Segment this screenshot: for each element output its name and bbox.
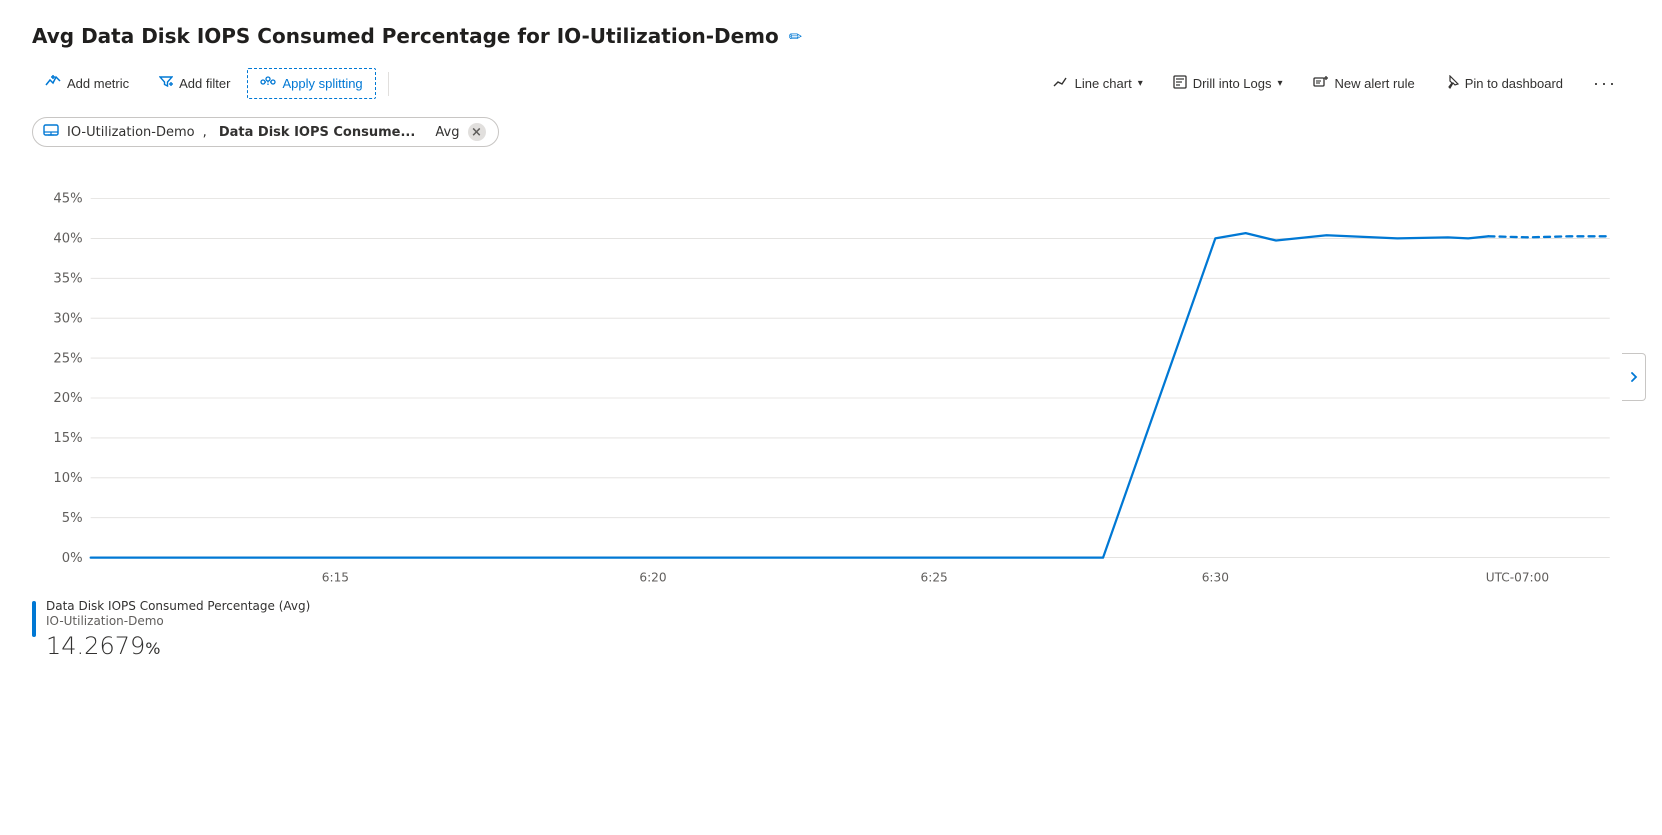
chart-container: 45% 40% 35% 30% 25% 20% 15% 10% 5% 0% xyxy=(32,167,1630,587)
svg-text:6:15: 6:15 xyxy=(322,571,349,585)
add-metric-button[interactable]: Add metric xyxy=(32,68,142,99)
pill-vm-name: IO-Utilization-Demo xyxy=(67,125,195,140)
drill-logs-icon xyxy=(1173,75,1187,92)
add-metric-icon xyxy=(45,75,61,92)
edit-icon[interactable]: ✏ xyxy=(789,27,802,46)
add-metric-label: Add metric xyxy=(67,76,129,91)
new-alert-rule-label: New alert rule xyxy=(1335,76,1415,91)
legend-value-number: 14.2679 xyxy=(46,632,145,660)
svg-text:20%: 20% xyxy=(53,391,82,406)
vm-icon xyxy=(43,123,59,141)
svg-text:5%: 5% xyxy=(62,511,83,526)
expand-chart-button[interactable] xyxy=(1622,353,1646,401)
toolbar-separator-1 xyxy=(388,72,389,96)
legend-series-title: Data Disk IOPS Consumed Percentage (Avg) xyxy=(46,599,310,613)
new-alert-icon xyxy=(1313,75,1329,92)
metric-pill: IO-Utilization-Demo, Data Disk IOPS Cons… xyxy=(32,117,499,147)
legend-color-bar xyxy=(32,601,36,637)
svg-text:0%: 0% xyxy=(62,551,83,566)
legend-value: 14.2679% xyxy=(46,632,310,660)
apply-splitting-button[interactable]: Apply splitting xyxy=(247,68,375,99)
drill-into-logs-button[interactable]: Drill into Logs ▾ xyxy=(1160,68,1296,99)
line-chart-label: Line chart xyxy=(1075,76,1132,91)
drill-logs-chevron-icon: ▾ xyxy=(1277,78,1282,89)
toolbar: Add metric Add filter Apply splitting xyxy=(32,66,1630,101)
svg-text:10%: 10% xyxy=(53,471,82,486)
legend-area: Data Disk IOPS Consumed Percentage (Avg)… xyxy=(32,599,1630,660)
pin-to-dashboard-button[interactable]: Pin to dashboard xyxy=(1432,68,1576,99)
add-filter-icon xyxy=(159,75,173,92)
more-options-button[interactable]: ··· xyxy=(1580,66,1630,101)
add-filter-label: Add filter xyxy=(179,76,230,91)
page-title: Avg Data Disk IOPS Consumed Percentage f… xyxy=(32,24,1630,48)
line-chart-chevron-icon: ▾ xyxy=(1138,78,1143,89)
legend-unit: % xyxy=(145,639,160,658)
chart-svg: 45% 40% 35% 30% 25% 20% 15% 10% 5% 0% xyxy=(32,167,1630,587)
chart-area: 45% 40% 35% 30% 25% 20% 15% 10% 5% 0% xyxy=(32,167,1630,587)
pill-metric-name: Data Disk IOPS Consume... xyxy=(219,125,415,140)
svg-text:35%: 35% xyxy=(53,271,82,286)
svg-text:6:20: 6:20 xyxy=(639,571,666,585)
pin-to-dashboard-label: Pin to dashboard xyxy=(1465,76,1563,91)
new-alert-rule-button[interactable]: New alert rule xyxy=(1300,68,1428,99)
apply-splitting-icon xyxy=(260,75,276,92)
line-chart-button[interactable]: Line chart ▾ xyxy=(1040,68,1156,99)
svg-text:30%: 30% xyxy=(53,311,82,326)
more-options-icon: ··· xyxy=(1593,73,1617,94)
svg-text:25%: 25% xyxy=(53,351,82,366)
svg-text:6:30: 6:30 xyxy=(1202,571,1229,585)
svg-text:UTC-07:00: UTC-07:00 xyxy=(1486,571,1549,585)
svg-text:6:25: 6:25 xyxy=(921,571,948,585)
add-filter-button[interactable]: Add filter xyxy=(146,68,243,99)
apply-splitting-label: Apply splitting xyxy=(282,76,362,91)
svg-text:40%: 40% xyxy=(53,231,82,246)
drill-into-logs-label: Drill into Logs xyxy=(1193,76,1272,91)
title-text: Avg Data Disk IOPS Consumed Percentage f… xyxy=(32,24,779,48)
pin-icon xyxy=(1445,75,1459,92)
metric-pill-close-button[interactable]: × xyxy=(468,123,486,141)
pill-aggregation: Avg xyxy=(435,125,459,140)
line-chart-icon xyxy=(1053,75,1069,92)
legend-details: Data Disk IOPS Consumed Percentage (Avg)… xyxy=(46,599,310,660)
legend-item: Data Disk IOPS Consumed Percentage (Avg)… xyxy=(32,599,1630,660)
svg-text:45%: 45% xyxy=(53,191,82,206)
legend-series-subtitle: IO-Utilization-Demo xyxy=(46,614,310,628)
toolbar-right: Line chart ▾ Drill into Logs ▾ xyxy=(1040,66,1630,101)
svg-text:15%: 15% xyxy=(53,431,82,446)
